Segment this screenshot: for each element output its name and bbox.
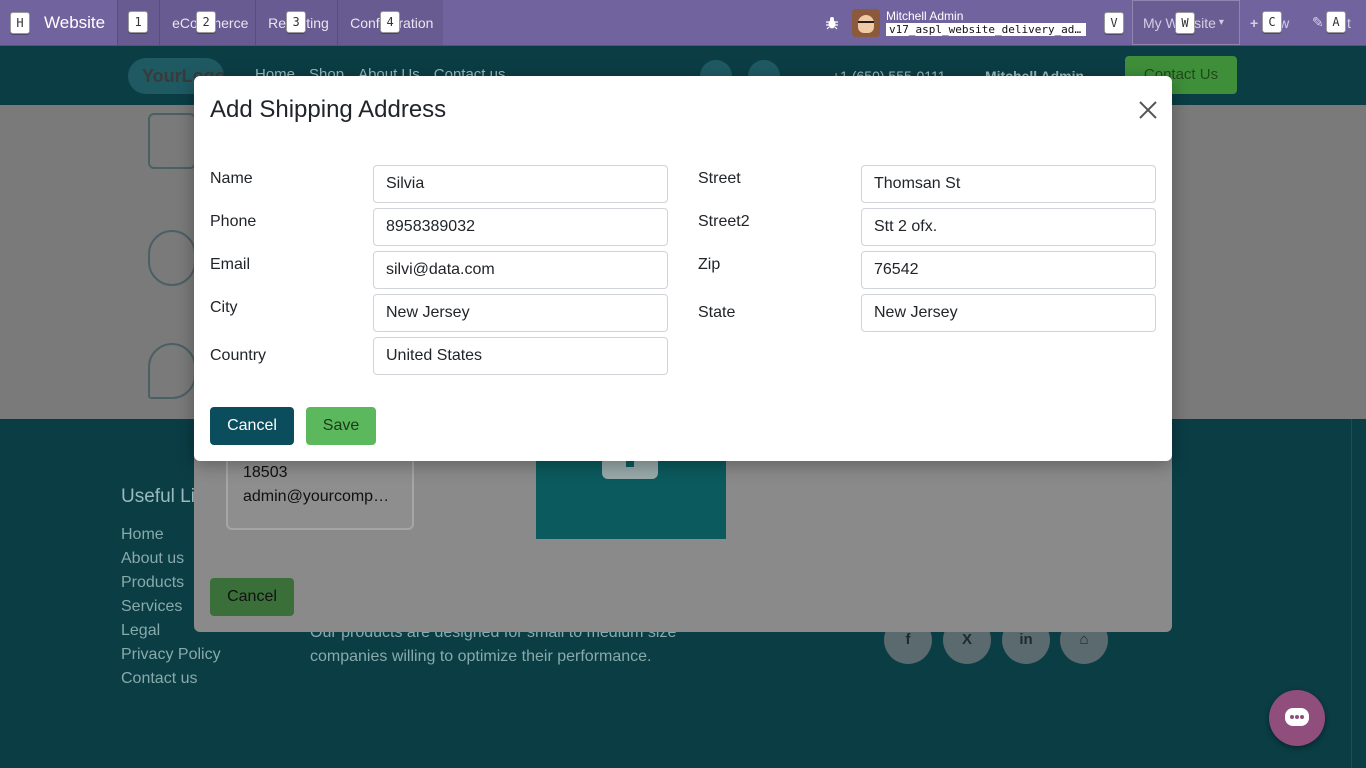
- state-label: State: [698, 304, 736, 321]
- country-input[interactable]: [373, 337, 668, 375]
- menu-configuration[interactable]: Configuration 4: [337, 0, 444, 45]
- menu-section-1[interactable]: 1: [117, 0, 160, 45]
- caret-down-icon: ▾: [1218, 17, 1224, 28]
- menu-reporting[interactable]: Reporting 3: [255, 0, 338, 45]
- odoo-navbar: H Website 1 eCommerce 2 Reporting 3 Conf…: [0, 0, 1366, 46]
- save-button[interactable]: Save: [306, 407, 376, 445]
- close-button[interactable]: [1136, 98, 1160, 122]
- address-email: admin@yourcompany.example.com: [243, 488, 397, 505]
- app-name: Website: [44, 12, 106, 32]
- debug-bug-icon[interactable]: [812, 16, 852, 30]
- scrollbar[interactable]: [1351, 419, 1366, 768]
- phone-input[interactable]: [373, 208, 668, 246]
- app-menu[interactable]: H Website: [0, 0, 117, 45]
- footer-link-contact[interactable]: Contact us: [121, 667, 225, 691]
- hotkey-badge: 4: [380, 11, 401, 33]
- hotkey-badge: 1: [128, 11, 149, 33]
- website-switcher[interactable]: V: [1104, 0, 1132, 45]
- hotkey-badge: A: [1326, 11, 1346, 33]
- hotkey-badge: V: [1104, 11, 1124, 34]
- street-label: Street: [698, 170, 741, 187]
- chat-icon: [1285, 708, 1309, 726]
- address-card[interactable]: 18503 admin@yourcompany.example.com: [226, 455, 414, 530]
- name-label: Name: [210, 170, 253, 187]
- user-menu[interactable]: Mitchell Admin v17_aspl_website_delivery…: [852, 8, 1104, 37]
- zip-input[interactable]: [861, 251, 1156, 289]
- chat-button[interactable]: [1269, 690, 1325, 746]
- pencil-icon: ✎: [1312, 14, 1324, 30]
- avatar: [852, 8, 880, 37]
- name-input[interactable]: [373, 165, 668, 203]
- country-label: Country: [210, 347, 267, 364]
- email-label: Email: [210, 256, 251, 273]
- street2-input[interactable]: [861, 208, 1156, 246]
- city-label: City: [210, 299, 238, 316]
- address-zip: 18503: [243, 464, 288, 481]
- hotkey-badge: H: [10, 11, 30, 34]
- menu-ecommerce[interactable]: eCommerce 2: [159, 0, 256, 45]
- add-shipping-address-dialog: Add Shipping Address Name Phone Email Ci…: [194, 76, 1172, 461]
- hotkey-badge: 3: [286, 11, 307, 33]
- phone-label: Phone: [210, 213, 257, 230]
- envelope-icon: [148, 113, 196, 169]
- background-cancel-button[interactable]: Cancel: [210, 578, 294, 616]
- hotkey-badge: C: [1262, 11, 1282, 33]
- dialog-title: Add Shipping Address: [210, 96, 447, 123]
- cancel-button[interactable]: Cancel: [210, 407, 294, 445]
- map-pin-icon: [148, 343, 196, 399]
- zip-label: Zip: [698, 256, 721, 273]
- footer-link-privacy[interactable]: Privacy Policy: [121, 643, 225, 667]
- email-input[interactable]: [373, 251, 668, 289]
- antenna-icon: [148, 230, 196, 286]
- database-name: v17_aspl_website_delivery_address: [886, 22, 1086, 36]
- hotkey-badge: W: [1175, 12, 1195, 34]
- street-input[interactable]: [861, 165, 1156, 203]
- user-name: Mitchell Admin: [886, 8, 964, 23]
- plus-icon: +: [1250, 14, 1259, 31]
- footer-description-line: companies willing to optimize their perf…: [310, 648, 652, 665]
- new-button[interactable]: + New C: [1240, 0, 1302, 45]
- street2-label: Street2: [698, 213, 750, 230]
- edit-button[interactable]: ✎ Edit A: [1302, 0, 1366, 45]
- city-input[interactable]: [373, 294, 668, 332]
- hotkey-badge: 2: [196, 11, 217, 33]
- close-icon: [1139, 101, 1157, 119]
- state-input[interactable]: [861, 294, 1156, 332]
- my-website-dropdown[interactable]: My Website ▾ W: [1132, 0, 1240, 45]
